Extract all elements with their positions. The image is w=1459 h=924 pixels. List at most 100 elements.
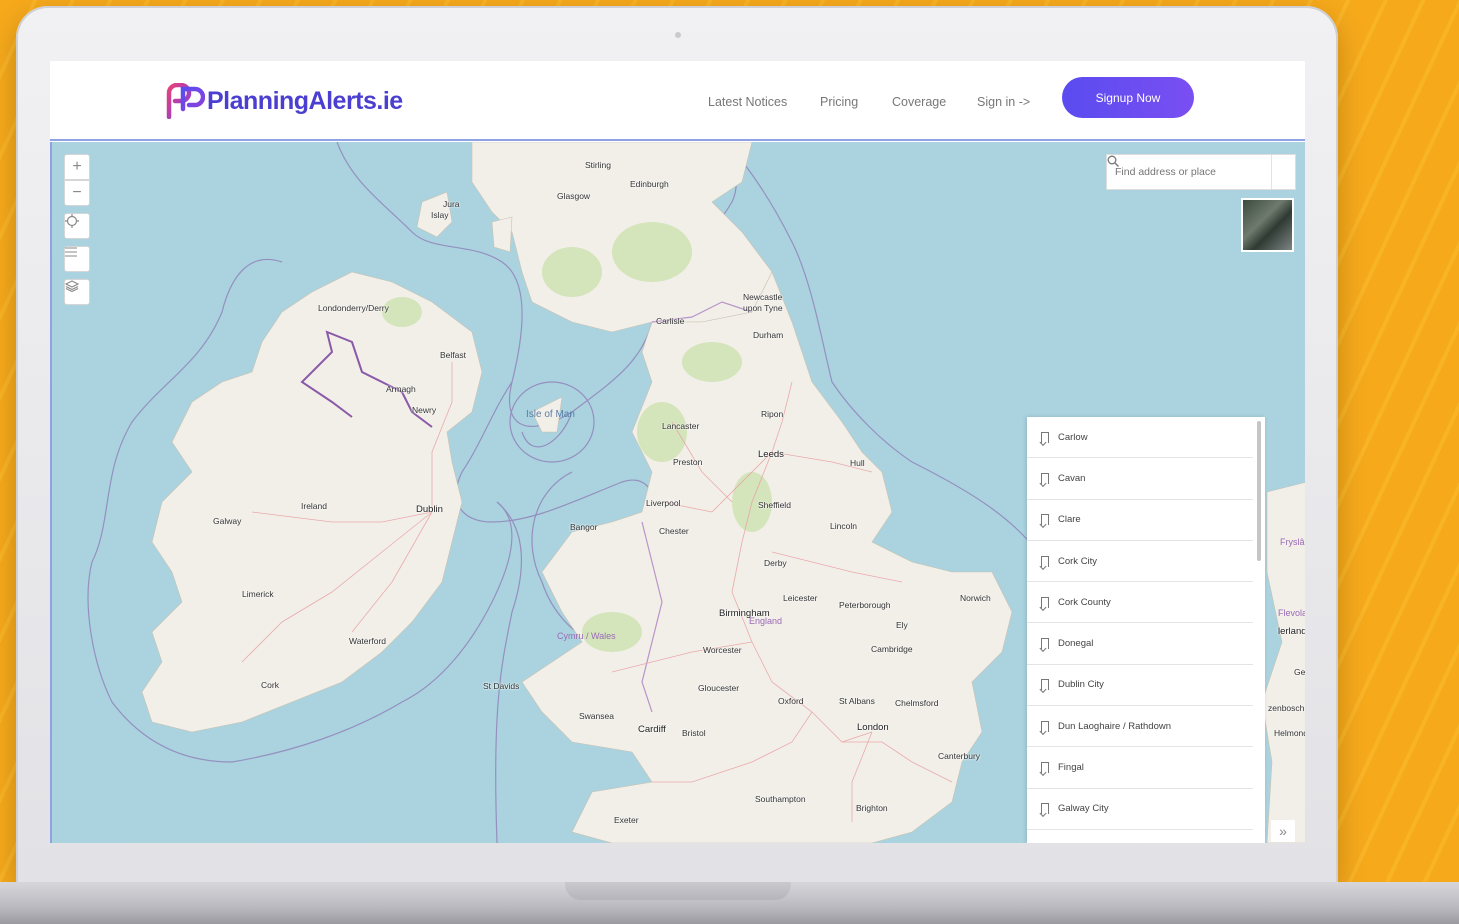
list-item[interactable]: Dun Laoghaire / Rathdown [1027,706,1253,748]
place-label: Gloucester [698,683,740,693]
place-label: Norwich [960,593,991,603]
bookmark-icon [1041,638,1049,650]
place-label: Lancaster [662,421,700,431]
nav-sign-in[interactable]: Sign in -> [977,95,1030,109]
council-name: Cavan [1058,472,1086,484]
locate-button[interactable] [64,213,90,239]
map-canvas[interactable]: Stirling Edinburgh Glasgow Jura Islay Lo… [50,142,1305,843]
place-label: Dublin [416,504,443,515]
council-name: Clare [1058,514,1081,526]
place-label: Ely [896,620,908,630]
place-label: Fryslâ [1280,537,1305,547]
list-item[interactable]: Clare [1027,500,1253,541]
bookmark-icon [1041,514,1049,526]
place-label: Waterford [349,636,387,646]
nav-coverage[interactable]: Coverage [892,95,946,109]
bookmark-icon [1041,803,1049,815]
place-label: Stirling [585,160,611,170]
place-label: Armagh [386,384,416,394]
place-label: Isle of Man [526,409,575,420]
list-item[interactable]: Cork County [1027,582,1253,624]
place-label: Helmond [1274,728,1305,738]
site-header: PlanningAlerts.ie Latest Notices Pricing… [50,61,1305,141]
place-label: Leicester [783,593,818,603]
screen: PlanningAlerts.ie Latest Notices Pricing… [50,61,1305,843]
zoom-out-icon: − [72,184,82,201]
list-item[interactable]: Fingal [1027,747,1253,789]
list-icon [65,247,77,257]
place-label: Gel [1294,667,1305,677]
place-label: St Davids [483,681,520,691]
layers-icon [65,280,79,292]
list-item[interactable]: Cavan [1027,458,1253,500]
satellite-layer-toggle[interactable] [1241,198,1294,252]
camera-dot [675,32,681,38]
search-input[interactable] [1107,155,1272,189]
place-label: Cork [261,680,279,690]
logo-icon [165,82,206,120]
nav-pricing[interactable]: Pricing [820,95,858,109]
place-label: Hull [850,458,865,468]
place-label: Glasgow [557,191,591,201]
place-label: Bangor [570,522,598,532]
place-label: St Albans [839,696,875,706]
double-chevron-right-icon: » [1279,823,1287,839]
place-label: Brighton [856,803,888,813]
place-label: Cardiff [638,724,666,735]
laptop-notch [565,882,791,900]
bookmark-icon [1041,472,1049,484]
place-label: Jura [443,199,460,209]
scrollbar[interactable] [1257,421,1261,561]
list-item[interactable]: Carlow [1027,417,1253,459]
council-list-panel: Carlow Cavan Clare Cork City Cork County… [1027,417,1265,843]
council-name: Cork City [1058,555,1098,567]
layers-button[interactable] [64,279,90,305]
place-label: Lincoln [830,521,857,531]
place-label: Canterbury [938,751,981,761]
list-button[interactable] [64,246,90,272]
list-item[interactable]: Cork City [1027,541,1253,583]
bookmark-icon [1041,555,1049,567]
place-label: Chester [659,526,689,536]
bookmark-icon [1041,720,1049,732]
place-label: Belfast [440,350,466,360]
place-label: Chelmsford [895,698,939,708]
place-label: Peterborough [839,600,891,610]
place-label: lerland [1278,626,1305,637]
place-label: Newry [412,405,437,415]
zoom-in-button[interactable]: + [64,154,90,180]
place-label: Flevoland [1278,608,1305,618]
logo[interactable]: PlanningAlerts.ie [165,82,403,120]
search-button[interactable] [1107,155,1295,189]
expand-panel-button[interactable]: » [1271,820,1295,842]
council-name: Fingal [1058,762,1084,774]
bookmark-icon [1041,679,1049,691]
place-label: Exeter [614,815,639,825]
place-label: Durham [753,330,784,340]
place-label: England [749,616,783,626]
search-icon [1107,155,1119,167]
council-name: Cork County [1058,596,1111,608]
bookmark-icon [1041,431,1049,443]
place-label: Islay [431,210,449,220]
place-label: Derby [764,558,787,568]
bookmark-icon [1041,596,1049,608]
council-name: Galway City [1058,803,1109,815]
zoom-out-button[interactable]: − [64,180,90,206]
list-item[interactable]: Galway City [1027,789,1253,830]
place-label: Limerick [242,589,274,599]
place-label: Cambridge [871,644,913,654]
place-label: Sheffield [758,500,791,510]
list-item[interactable]: Dublin City [1027,665,1253,707]
locate-icon [65,214,79,228]
council-name: Dublin City [1058,679,1104,691]
place-label: Swansea [579,711,614,721]
council-name: Dun Laoghaire / Rathdown [1058,720,1172,732]
place-label: Edinburgh [630,179,669,189]
place-label: Leeds [758,449,784,460]
list-item[interactable]: Donegal [1027,623,1253,665]
signup-button[interactable]: Signup Now [1062,77,1194,118]
map-search [1106,154,1296,190]
place-label: Ripon [761,409,784,419]
nav-latest-notices[interactable]: Latest Notices [708,95,787,109]
